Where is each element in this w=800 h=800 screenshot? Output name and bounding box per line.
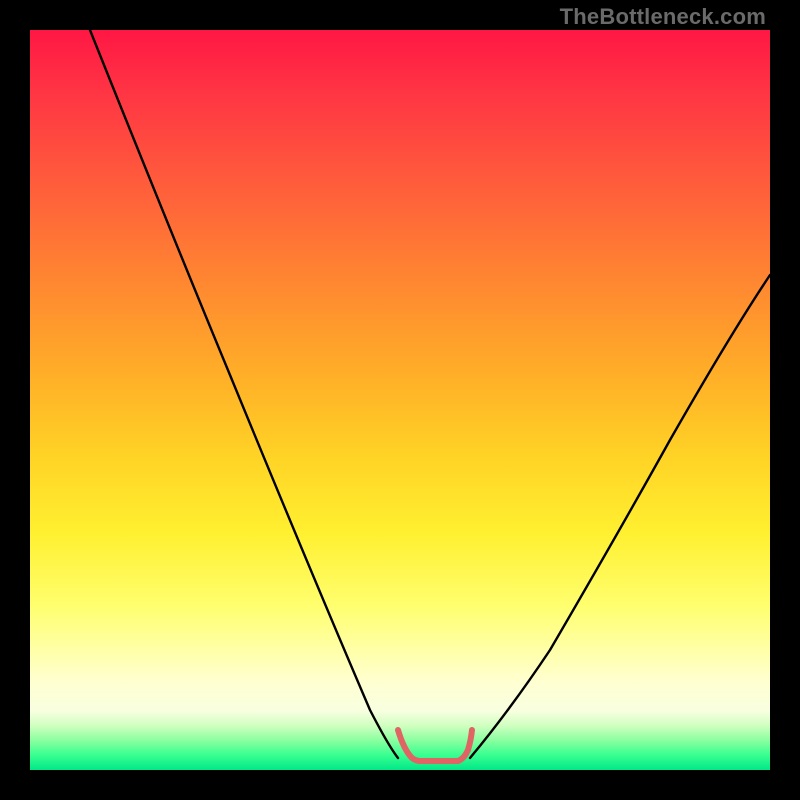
curve-black-right — [470, 275, 770, 758]
curve-red-left — [398, 730, 420, 761]
curve-black-left — [90, 30, 398, 758]
chart-frame: TheBottleneck.com — [0, 0, 800, 800]
watermark-text: TheBottleneck.com — [560, 4, 766, 30]
plot-area — [30, 30, 770, 770]
curve-layer — [30, 30, 770, 770]
